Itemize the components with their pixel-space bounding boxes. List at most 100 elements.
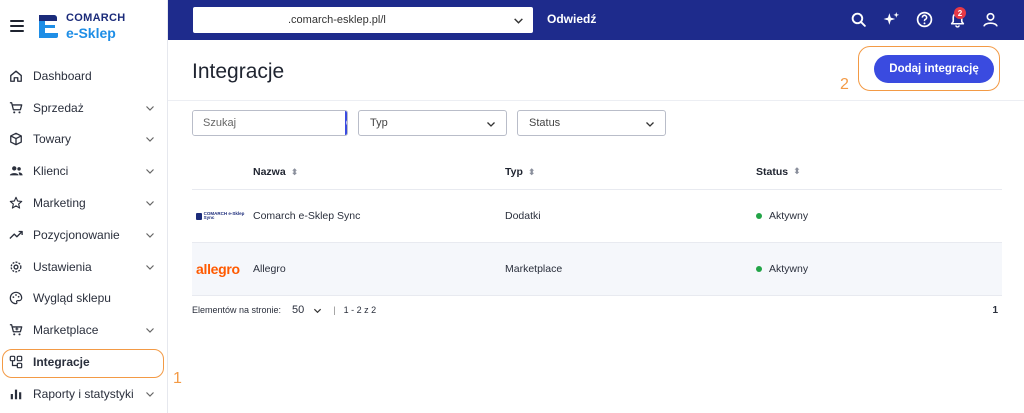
user-account-icon[interactable] <box>980 9 1000 29</box>
visit-shop-link[interactable]: Odwiedź <box>547 12 596 26</box>
search-button[interactable] <box>345 111 347 135</box>
sidebar-item-label: Marketplace <box>33 323 99 338</box>
integration-icon <box>9 355 23 369</box>
search-input[interactable] <box>193 111 345 135</box>
shop-url-select[interactable]: .comarch-esklep.pl/l <box>193 7 533 33</box>
allegro-logo: allegro <box>196 261 240 277</box>
sidebar-item-raporty[interactable]: Raporty i statystyki <box>0 378 167 410</box>
sort-icon: ⬍ <box>793 166 801 176</box>
sidebar-item-marketplace[interactable]: Marketplace <box>0 314 167 346</box>
sidebar-item-label: Wygląd sklepu <box>33 291 111 306</box>
table-row[interactable]: allegro Allegro Marketplace Aktywny <box>192 243 1002 296</box>
add-integration-button[interactable]: Dodaj integrację <box>874 55 994 83</box>
users-icon <box>9 164 23 178</box>
row-type: Dodatki <box>505 210 541 222</box>
sidebar-item-towary[interactable]: Towary <box>0 124 167 156</box>
comarch-logo: COMARCH e-Sklep Sync <box>196 211 253 221</box>
status-active-dot <box>756 213 762 219</box>
bar-chart-icon <box>9 387 23 401</box>
search-icon <box>346 119 347 125</box>
sidebar-item-dashboard[interactable]: Dashboard <box>0 60 167 92</box>
chevron-down-icon <box>146 232 154 238</box>
chevron-down-icon <box>146 264 154 270</box>
chevron-down-icon <box>146 169 154 175</box>
sort-icon: ⬍ <box>290 166 299 177</box>
chevron-down-icon <box>514 18 523 24</box>
status-active-dot <box>756 266 762 272</box>
annotation-number-2: 2 <box>840 76 849 93</box>
chevron-down-icon <box>146 201 154 206</box>
trend-icon <box>9 228 23 242</box>
main-content: Integracje Dodaj integrację 2 Typ Status… <box>168 40 1024 413</box>
chevron-down-icon <box>646 122 654 127</box>
row-name: Allegro <box>253 263 286 275</box>
search-box <box>192 110 348 136</box>
type-filter-label: Typ <box>370 117 388 129</box>
sidebar-item-label: Ustawienia <box>33 259 92 274</box>
palette-icon <box>9 291 23 305</box>
sidebar-item-label: Integracje <box>33 355 90 370</box>
sidebar-item-marketing[interactable]: Marketing <box>0 187 167 219</box>
current-page[interactable]: 1 <box>992 305 998 316</box>
cart-icon <box>9 101 23 115</box>
sidebar-item-label: Dashboard <box>33 68 92 83</box>
sidebar-item-label: Marketing <box>33 196 86 211</box>
pagination: Elementów na stronie: 50 | 1 - 2 z 2 1 <box>192 302 1002 318</box>
annotation-number-1: 1 <box>173 370 182 387</box>
cart-plus-icon <box>9 323 23 337</box>
sidebar-item-wyglad-sklepu[interactable]: Wygląd sklepu <box>0 283 167 315</box>
sidebar-item-label: Klienci <box>33 164 69 179</box>
sidebar-item-ustawienia[interactable]: Ustawienia <box>0 251 167 283</box>
home-icon <box>9 69 23 83</box>
column-header-status[interactable]: Status ⬍ <box>756 166 1002 178</box>
sidebar-item-label: Raporty i statystyki <box>33 386 134 401</box>
sidebar-item-pozycjonowanie[interactable]: Pozycjonowanie <box>0 219 167 251</box>
sidebar-item-sprzedaz[interactable]: Sprzedaż <box>0 92 167 124</box>
help-icon[interactable] <box>914 9 934 29</box>
menu-icon[interactable] <box>10 20 24 32</box>
status-filter-label: Status <box>529 117 561 129</box>
page-title: Integracje <box>192 60 285 83</box>
row-type: Marketplace <box>505 263 563 275</box>
sidebar-header: COMARCH e-Sklep <box>0 0 167 52</box>
sidebar-nav: Dashboard Sprzedaż Towary Klienci Market… <box>0 60 167 410</box>
pager-divider: | <box>333 305 336 315</box>
sidebar-item-klienci[interactable]: Klienci <box>0 155 167 187</box>
chevron-down-icon <box>146 328 154 334</box>
per-page-select[interactable]: 50 <box>292 304 304 316</box>
chevron-down-icon <box>146 391 154 397</box>
sidebar: COMARCH e-Sklep Dashboard Sprzedaż Towar… <box>0 0 168 413</box>
gear-icon <box>9 260 23 274</box>
header-divider <box>168 100 1024 101</box>
type-filter-select[interactable]: Typ <box>358 110 507 136</box>
box-icon <box>9 132 23 146</box>
chevron-down-icon <box>487 122 495 127</box>
sidebar-item-integracje[interactable]: Integracje <box>0 346 167 378</box>
column-header-name[interactable]: Nazwa ⬍ <box>253 166 505 178</box>
integrations-table: Nazwa ⬍ Typ ⬍ Status ⬍ COMARCH e-Sklep Sync… <box>192 154 1002 296</box>
sidebar-item-label: Towary <box>33 132 72 147</box>
sparkles-icon[interactable] <box>881 9 901 29</box>
brand-product: e-Sklep <box>66 24 116 41</box>
table-header: Nazwa ⬍ Typ ⬍ Status ⬍ <box>192 154 1002 190</box>
shop-url-value: .comarch-esklep.pl/l <box>288 14 386 26</box>
row-status: Aktywny <box>769 210 809 222</box>
filter-bar: Typ Status <box>192 110 666 136</box>
row-status: Aktywny <box>769 263 809 275</box>
chevron-down-icon <box>146 137 154 143</box>
chevron-down-icon <box>146 105 154 111</box>
star-icon <box>9 196 23 210</box>
top-bar: .comarch-esklep.pl/l Odwiedź 2 <box>168 0 1024 40</box>
sidebar-item-label: Sprzedaż <box>33 100 84 115</box>
status-filter-select[interactable]: Status <box>517 110 666 136</box>
brand-logo[interactable]: COMARCH e-Sklep <box>36 12 126 40</box>
chevron-down-icon[interactable] <box>313 306 322 315</box>
sidebar-item-label: Pozycjonowanie <box>33 227 120 242</box>
search-icon[interactable] <box>848 9 868 29</box>
pager-range: 1 - 2 z 2 <box>343 305 377 315</box>
notifications-bell-icon[interactable]: 2 <box>947 7 967 29</box>
comarch-logo-icon <box>39 15 58 38</box>
row-name: Comarch e-Sklep Sync <box>253 210 361 222</box>
table-row[interactable]: COMARCH e-Sklep Sync Comarch e-Sklep Syn… <box>192 190 1002 243</box>
column-header-type[interactable]: Typ ⬍ <box>505 166 756 178</box>
